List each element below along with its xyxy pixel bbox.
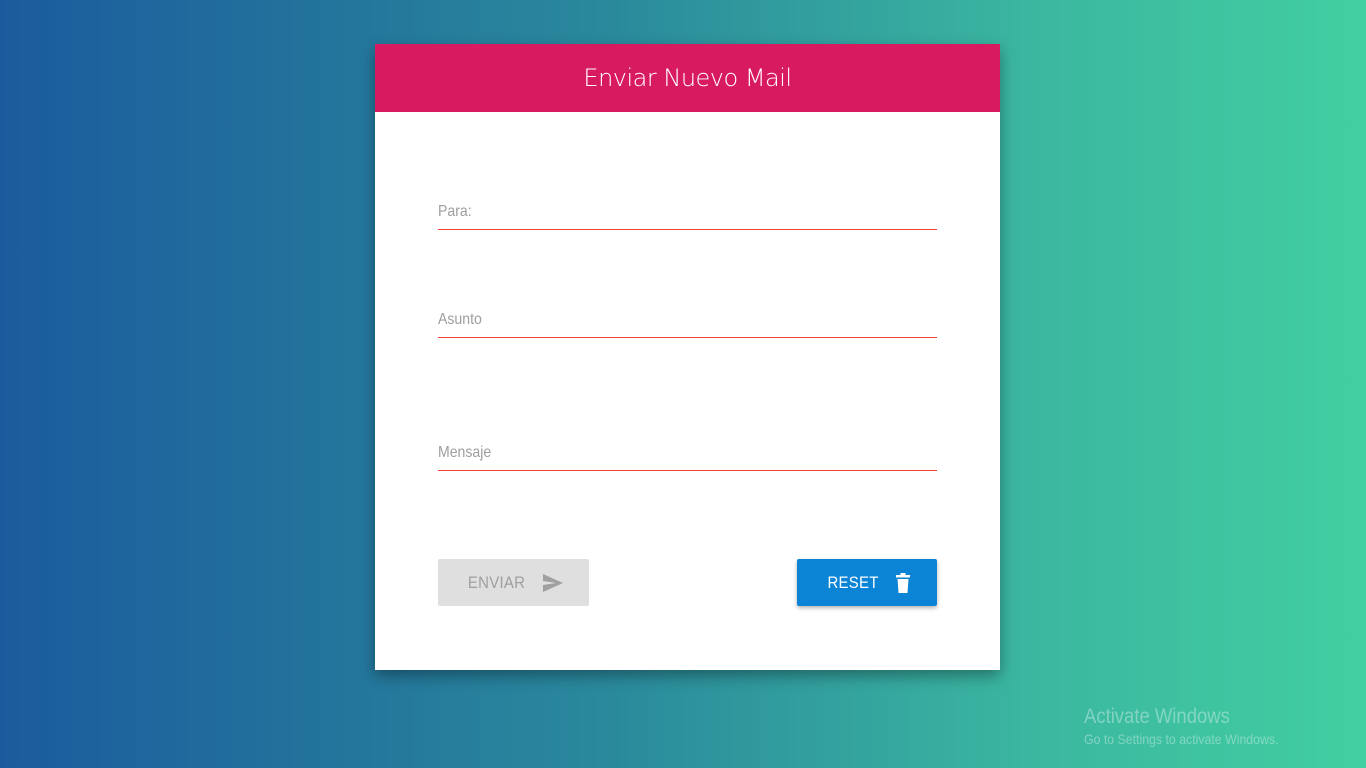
- watermark-subtitle: Go to Settings to activate Windows.: [1084, 731, 1279, 747]
- send-icon: [543, 573, 564, 592]
- page-title: Enviar Nuevo Mail: [583, 64, 792, 92]
- enviar-button[interactable]: ENVIAR: [438, 559, 589, 606]
- reset-button-label: RESET: [827, 572, 879, 592]
- mail-form-card: Enviar Nuevo Mail Para: Asunto Mensaje E…: [375, 44, 1000, 670]
- para-input[interactable]: [438, 193, 937, 229]
- reset-button[interactable]: RESET: [797, 559, 937, 606]
- trash-icon: [896, 572, 911, 593]
- card-header: Enviar Nuevo Mail: [375, 44, 1000, 112]
- para-field[interactable]: Para:: [438, 193, 937, 230]
- mensaje-field[interactable]: Mensaje: [438, 434, 937, 471]
- asunto-input[interactable]: [438, 301, 937, 337]
- watermark-title: Activate Windows: [1084, 705, 1230, 728]
- mensaje-input[interactable]: [438, 434, 937, 470]
- enviar-button-label: ENVIAR: [467, 572, 526, 592]
- asunto-field[interactable]: Asunto: [438, 301, 937, 338]
- activate-windows-watermark: Activate Windows Go to Settings to activ…: [1084, 704, 1305, 748]
